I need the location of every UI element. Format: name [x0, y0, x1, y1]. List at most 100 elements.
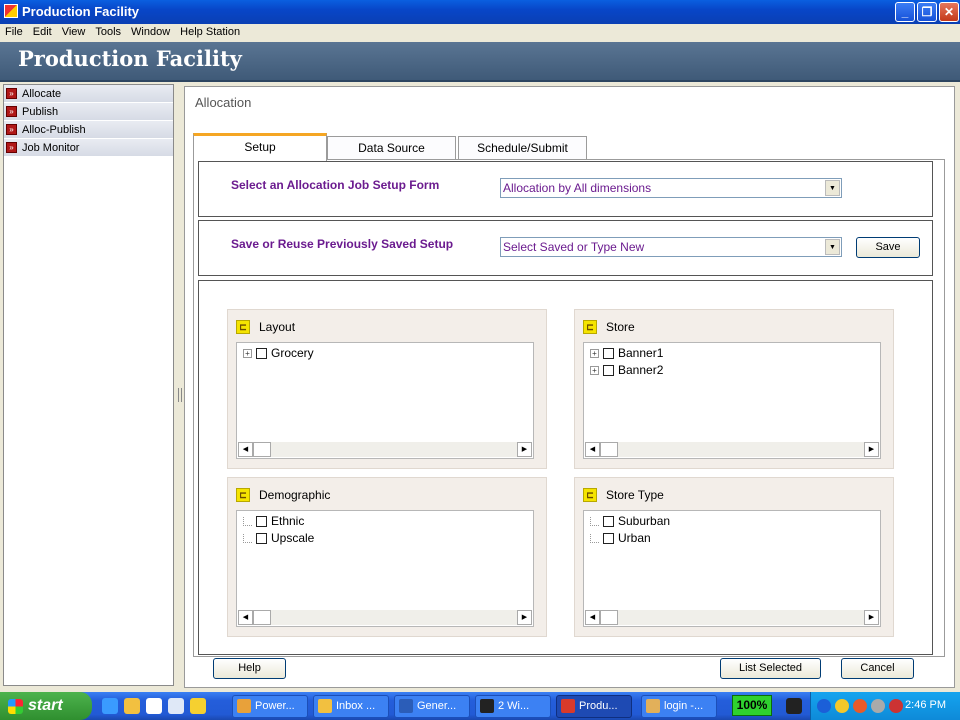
messenger-icon[interactable] — [146, 698, 162, 714]
scroll-thumb[interactable] — [253, 610, 271, 625]
dimension-title: Layout — [259, 320, 296, 334]
taskbar: start Power... Inbox ... Gener... 2 Wi..… — [0, 692, 960, 720]
main-panel: Allocation Setup Data Source Schedule/Su… — [184, 86, 955, 688]
menu-window[interactable]: Window — [126, 24, 175, 40]
tree-item-checkbox[interactable] — [603, 364, 614, 376]
browser-icon[interactable] — [168, 698, 184, 714]
taskbar-item-production-facility[interactable]: Produ... — [556, 695, 632, 718]
save-button[interactable]: Save — [856, 237, 920, 258]
tree-connector — [243, 516, 252, 526]
sidebar-item-allocate[interactable]: » Allocate — [4, 85, 173, 103]
tree-item-checkbox[interactable] — [603, 532, 614, 544]
job-setup-dropdown[interactable]: Allocation by All dimensions ▼ — [500, 178, 842, 198]
tree-item-checkbox[interactable] — [603, 515, 614, 527]
taskbar-item-powerpoint[interactable]: Power... — [232, 695, 308, 718]
hierarchy-icon: ⊏ — [236, 320, 250, 334]
horizontal-scrollbar[interactable]: ◀ ▶ — [585, 442, 879, 457]
arrow-icon: » — [6, 124, 17, 135]
menu-help-station[interactable]: Help Station — [175, 24, 245, 40]
power-plug-icon[interactable] — [786, 698, 802, 714]
tab-schedule-submit[interactable]: Schedule/Submit — [458, 136, 587, 160]
tree-item: Upscale — [243, 530, 314, 546]
horizontal-scrollbar[interactable]: ◀ ▶ — [238, 442, 532, 457]
start-label: start — [28, 697, 63, 714]
powerpoint-icon — [237, 699, 251, 713]
app-icon — [4, 4, 18, 18]
tree-item-label: Suburban — [618, 514, 671, 528]
panel-splitter[interactable] — [178, 388, 182, 402]
dimension-tree: Suburban Urban ◀ ▶ — [583, 510, 881, 627]
volume-icon[interactable] — [871, 699, 885, 713]
maximize-button[interactable]: ❐ — [917, 2, 937, 22]
task-label: Power... — [255, 700, 295, 712]
expand-icon[interactable]: + — [590, 365, 599, 375]
tree-item-checkbox[interactable] — [256, 532, 267, 544]
scroll-right-icon[interactable]: ▶ — [517, 442, 532, 457]
expand-icon[interactable]: + — [590, 348, 599, 358]
sidebar-item-job-monitor[interactable]: » Job Monitor — [4, 139, 173, 157]
tree-item: + Banner2 — [590, 362, 663, 378]
start-button[interactable]: start — [0, 692, 92, 720]
outlook-icon[interactable] — [124, 698, 140, 714]
menu-tools[interactable]: Tools — [90, 24, 126, 40]
hierarchy-icon: ⊏ — [583, 488, 597, 502]
cancel-button[interactable]: Cancel — [841, 658, 914, 679]
menu-edit[interactable]: Edit — [28, 24, 57, 40]
sidebar-item-label: Job Monitor — [22, 141, 80, 154]
chevron-down-icon[interactable]: ▼ — [825, 239, 840, 255]
sidebar-item-publish[interactable]: » Publish — [4, 103, 173, 121]
sidebar-item-label: Allocate — [22, 87, 62, 100]
tree-item-checkbox[interactable] — [256, 515, 267, 527]
app-shortcut-icon[interactable] — [190, 698, 206, 714]
menu-view[interactable]: View — [57, 24, 91, 40]
horizontal-scrollbar[interactable]: ◀ ▶ — [585, 610, 879, 625]
scroll-left-icon[interactable]: ◀ — [585, 610, 600, 625]
sidebar-item-label: Publish — [22, 105, 59, 118]
expand-icon[interactable]: + — [243, 348, 252, 358]
title-bar: Production Facility _ ❐ ✕ — [0, 0, 960, 24]
network-icon[interactable] — [835, 699, 849, 713]
scroll-thumb[interactable] — [253, 442, 271, 457]
taskbar-item-word[interactable]: Gener... — [394, 695, 470, 718]
tree-item: Urban — [590, 530, 651, 546]
scroll-right-icon[interactable]: ▶ — [864, 442, 879, 457]
ie-icon[interactable] — [102, 698, 118, 714]
sidebar-item-alloc-publish[interactable]: » Alloc-Publish — [4, 121, 173, 139]
tray-app-icon[interactable] — [817, 699, 831, 713]
taskbar-item-windows-group[interactable]: 2 Wi... — [475, 695, 551, 718]
arrow-icon: » — [6, 88, 17, 99]
taskbar-item-login[interactable]: login -... — [641, 695, 717, 718]
minimize-button[interactable]: _ — [895, 2, 915, 22]
outlook-icon — [318, 699, 332, 713]
dimension-panel-store: ⊏ Store + Banner1 + Banner2 ◀ ▶ — [574, 309, 894, 469]
tree-item: Ethnic — [243, 513, 304, 529]
antivirus-icon[interactable] — [853, 699, 867, 713]
dimension-header: ⊏ Demographic — [236, 488, 330, 502]
zoom-indicator[interactable]: 100% — [732, 695, 772, 716]
chevron-down-icon[interactable]: ▼ — [825, 180, 840, 196]
list-selected-button[interactable]: List Selected — [720, 658, 821, 679]
scroll-right-icon[interactable]: ▶ — [864, 610, 879, 625]
tab-setup[interactable]: Setup — [193, 133, 327, 161]
taskbar-item-inbox[interactable]: Inbox ... — [313, 695, 389, 718]
scroll-thumb[interactable] — [600, 442, 618, 457]
scroll-left-icon[interactable]: ◀ — [585, 442, 600, 457]
security-icon[interactable] — [889, 699, 903, 713]
login-icon — [646, 699, 660, 713]
sidebar-item-label: Alloc-Publish — [22, 123, 86, 136]
scroll-thumb[interactable] — [600, 610, 618, 625]
saved-setup-combobox[interactable]: Select Saved or Type New ▼ — [500, 237, 842, 257]
tree-item-checkbox[interactable] — [256, 347, 267, 359]
scroll-left-icon[interactable]: ◀ — [238, 610, 253, 625]
tree-connector — [243, 533, 252, 543]
scroll-left-icon[interactable]: ◀ — [238, 442, 253, 457]
close-button[interactable]: ✕ — [939, 2, 959, 22]
menu-file[interactable]: File — [0, 24, 28, 40]
tree-item-checkbox[interactable] — [603, 347, 614, 359]
help-button[interactable]: Help — [213, 658, 286, 679]
scroll-right-icon[interactable]: ▶ — [517, 610, 532, 625]
horizontal-scrollbar[interactable]: ◀ ▶ — [238, 610, 532, 625]
tab-data-source[interactable]: Data Source — [327, 136, 456, 160]
dimension-selection-section: ⊏ Layout + Grocery ◀ ▶ ⊏ Store + Banner1… — [198, 280, 933, 655]
tab-content: Select an Allocation Job Setup Form Allo… — [193, 159, 945, 657]
